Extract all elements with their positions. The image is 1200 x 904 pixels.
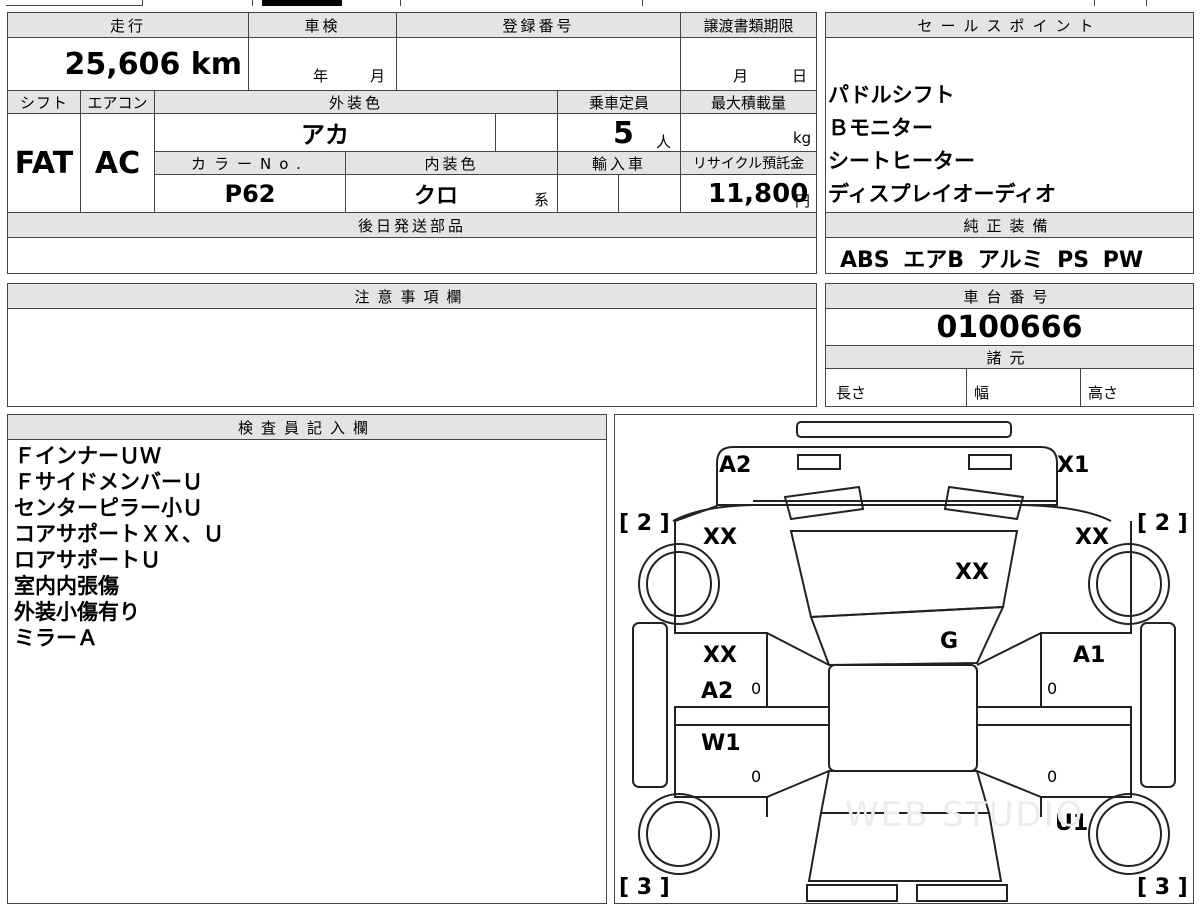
capacity-unit: 人: [656, 133, 672, 151]
capacity-value: 5: [613, 116, 634, 151]
zero-marker: 0: [751, 679, 762, 698]
mileage-label: 走行: [8, 13, 248, 37]
interior-color-value: クロ: [413, 183, 458, 209]
aircon-label: エアコン: [81, 91, 154, 113]
transfer-month: 月: [733, 67, 749, 85]
shaken-label: 車検: [249, 13, 396, 37]
inspector-line: 外装小傷有り: [14, 600, 140, 624]
exterior-color-label: 外装色: [155, 91, 557, 113]
chassis-panel: 車台番号 0100666 諸元 長さ 幅 高さ: [825, 283, 1194, 407]
max-load-unit: kg: [793, 129, 812, 147]
shaken-year: 年: [313, 67, 329, 85]
inspector-line: センターピラー小Ｕ: [14, 496, 203, 520]
watermark: WEB STUDIO: [845, 795, 1085, 835]
registration-label: 登録番号: [397, 13, 680, 37]
mark-front-right: X1: [1057, 453, 1090, 478]
sales-point-panel: セールスポイント パドルシフト Ｂモニター シートヒーター ディスプレイオーディ…: [825, 12, 1194, 274]
tire-rear-left: [ 3 ]: [619, 875, 670, 900]
max-load-label: 最大積載量: [681, 91, 816, 113]
chassis-number: 0100666: [936, 309, 1083, 345]
vehicle-info-table: 走行 車検 登録番号 譲渡書類期限 25,606 km 年 月 月 日 シフト …: [7, 12, 817, 274]
tire-front-right: [ 2 ]: [1137, 511, 1188, 536]
mark-front-door-right: A1: [1073, 643, 1106, 668]
zero-marker: 0: [751, 767, 762, 786]
sales-point-item: Ｂモニター: [828, 116, 933, 140]
transfer-deadline-label: 譲渡書類期限: [681, 13, 816, 37]
mileage-value: 25,606 km: [64, 46, 242, 82]
later-parts-label: 後日発送部品: [8, 213, 816, 237]
inspector-line: ＦサイドメンバーＵ: [14, 470, 203, 494]
equipment-label: 純正装備: [826, 213, 1193, 237]
interior-color-suffix: 系: [534, 191, 550, 209]
capacity-label: 乗車定員: [558, 91, 680, 113]
specs-label: 諸元: [826, 346, 1193, 368]
tire-rear-right: [ 3 ]: [1137, 875, 1188, 900]
shaken-month: 月: [370, 67, 386, 85]
mark-fender-left: XX: [703, 525, 737, 550]
transfer-day: 日: [792, 67, 808, 85]
exterior-color-value: アカ: [301, 121, 349, 149]
inspector-panel: 検査員記入欄 ＦインナーＵＷ ＦサイドメンバーＵ センターピラー小Ｕ コアサポー…: [7, 414, 607, 904]
inspector-label: 検査員記入欄: [8, 415, 606, 439]
color-no-label: カラーNo.: [155, 152, 345, 174]
sales-point-item: ディスプレイオーディオ: [828, 182, 1057, 206]
shift-value: FAT: [14, 145, 74, 181]
tire-front-left: [ 2 ]: [619, 511, 670, 536]
notes-panel: 注意事項欄: [7, 283, 817, 407]
mark-hood: XX: [955, 560, 989, 585]
spec-width: 幅: [974, 384, 990, 402]
sales-point-item: シートヒーター: [828, 149, 975, 173]
recycle-unit: 円: [795, 192, 811, 210]
inspector-line: ロアサポートＵ: [14, 548, 161, 572]
top-cut-strip: [6, 0, 1194, 6]
zero-marker: 0: [1047, 767, 1058, 786]
inspector-line: ミラーＡ: [14, 626, 98, 650]
inspector-line: ＦインナーＵＷ: [14, 444, 161, 468]
color-no-value: P62: [224, 179, 276, 208]
mark-windshield: G: [940, 629, 959, 654]
inspector-line: コアサポートＸＸ、Ｕ: [14, 522, 224, 546]
car-diagram-panel: [ 2 ] [ 2 ] [ 3 ] [ 3 ] A2 X1 XX XX XX G…: [614, 414, 1194, 904]
mark-front-left: A2: [719, 453, 752, 478]
sales-point-item: パドルシフト: [828, 83, 955, 107]
mark-rear-door-left: W1: [701, 731, 741, 756]
mark-fender-right: XX: [1075, 525, 1109, 550]
interior-color-label: 内装色: [346, 152, 557, 174]
aircon-value: AC: [94, 145, 141, 181]
zero-marker: 0: [1047, 679, 1058, 698]
import-label: 輸入車: [558, 152, 680, 174]
equipment-value: ABS エアB アルミ PS PW: [840, 248, 1144, 273]
mark-front-door-left-1: XX: [703, 643, 737, 668]
recycle-label: リサイクル預託金: [681, 152, 816, 174]
spec-length: 長さ: [836, 384, 867, 402]
shift-label: シフト: [8, 91, 80, 113]
inspector-line: 室内内張傷: [14, 574, 119, 598]
spec-height: 高さ: [1088, 384, 1119, 402]
mark-front-door-left-2: A2: [701, 679, 734, 704]
sales-point-label: セールスポイント: [826, 13, 1193, 37]
notes-label: 注意事項欄: [8, 284, 816, 308]
recycle-value: 11,800: [708, 179, 809, 209]
chassis-label: 車台番号: [826, 284, 1193, 308]
